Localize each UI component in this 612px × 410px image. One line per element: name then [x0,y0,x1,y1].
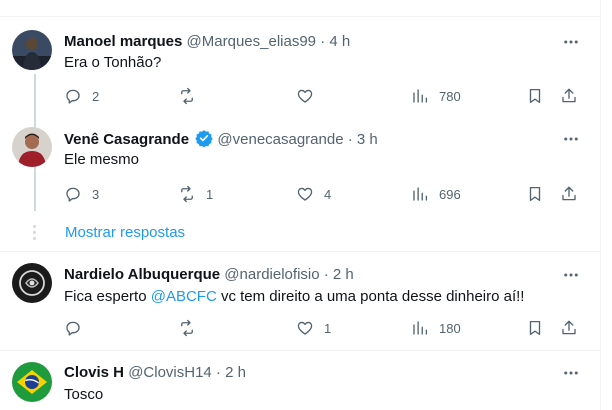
retweet-button[interactable] [178,86,206,106]
more-icon[interactable] [561,32,581,52]
like-icon [297,321,313,335]
meta-separator: · [323,266,329,283]
retweet-icon [181,185,193,203]
views-button[interactable]: 180 [411,318,461,338]
tweet-text: Fica esperto @ABCFC vc tem direito a uma… [64,287,524,307]
reply-icon [66,187,80,202]
like-button[interactable] [296,86,324,106]
bookmark-icon [529,186,541,202]
reply-button[interactable] [64,318,92,338]
timestamp[interactable]: 2 h [333,266,354,283]
show-replies-link[interactable]: Mostrar respostas [65,223,185,243]
action-bar: 1 180 [64,318,584,338]
reply-icon [66,321,80,336]
tweet-text: Tosco [64,386,104,403]
thread-dots [33,225,36,243]
views-button[interactable]: 780 [411,86,461,106]
verified-badge-icon [195,129,213,153]
like-count: 4 [324,186,332,202]
author-name[interactable]: Venê Casagrande [64,131,189,148]
views-icon [413,89,428,103]
more-icon[interactable] [561,129,581,149]
retweet-button[interactable]: 1 [178,184,213,204]
action-bar: 3 1 4 696 [64,184,584,204]
like-count: 1 [324,320,332,336]
tweet-text-end: vc tem direito a uma ponta desse dinheir… [216,288,525,305]
like-button[interactable]: 1 [296,318,331,338]
share-icon [562,186,576,201]
author-name[interactable]: Clovis H [64,364,124,381]
retweet-count: 1 [206,186,214,202]
more-icon[interactable] [561,363,581,383]
reply-count: 3 [92,186,100,202]
like-icon [297,89,313,103]
views-count: 780 [439,88,461,104]
author-handle[interactable]: @nardielofisio [224,266,319,283]
timestamp[interactable]: 2 h [225,364,246,381]
share-button[interactable] [560,86,578,106]
right-border [600,0,601,410]
bookmark-icon [529,88,541,104]
views-count: 696 [439,186,461,202]
avatar[interactable] [12,127,52,167]
share-button[interactable] [560,318,578,338]
meta-separator: · [347,131,353,148]
views-icon [413,321,428,335]
tweet-text: Ele mesmo [64,151,140,168]
mention-link[interactable]: @ABCFC [151,288,217,305]
author-handle[interactable]: @Marques_elias99 [187,33,316,50]
avatar[interactable] [12,263,52,303]
reply-button[interactable]: 3 [64,184,99,204]
tweet-text: Era o Tonhão? [64,54,162,71]
more-icon[interactable] [561,265,581,285]
views-icon [413,187,428,201]
like-button[interactable]: 4 [296,184,331,204]
timestamp[interactable]: 4 h [329,33,350,50]
reply-button[interactable]: 2 [64,86,99,106]
share-icon [562,320,576,335]
bookmark-icon [529,320,541,336]
divider [0,251,600,252]
timestamp[interactable]: 3 h [357,131,378,148]
meta-separator: · [320,33,326,50]
action-bar: 2 780 [64,86,584,106]
avatar[interactable] [12,362,52,402]
views-count: 180 [439,320,461,336]
retweet-button[interactable] [178,318,206,338]
retweet-icon [181,319,193,337]
meta-separator: · [215,364,221,381]
bookmark-button[interactable] [526,184,544,204]
author-handle[interactable]: @ClovisH14 [128,364,212,381]
share-icon [562,88,576,103]
author-handle[interactable]: @venecasagrande [217,131,343,148]
divider [0,350,600,351]
avatar[interactable] [12,30,52,70]
retweet-icon [181,87,193,105]
author-name[interactable]: Nardielo Albuquerque [64,266,220,283]
views-button[interactable]: 696 [411,184,461,204]
tweet-text-start: Fica esperto [64,288,151,305]
like-icon [297,187,313,201]
share-button[interactable] [560,184,578,204]
reply-count: 2 [92,88,100,104]
reply-icon [66,89,80,104]
bookmark-button[interactable] [526,318,544,338]
top-divider [0,0,600,17]
author-name[interactable]: Manoel marques [64,33,182,50]
bookmark-button[interactable] [526,86,544,106]
